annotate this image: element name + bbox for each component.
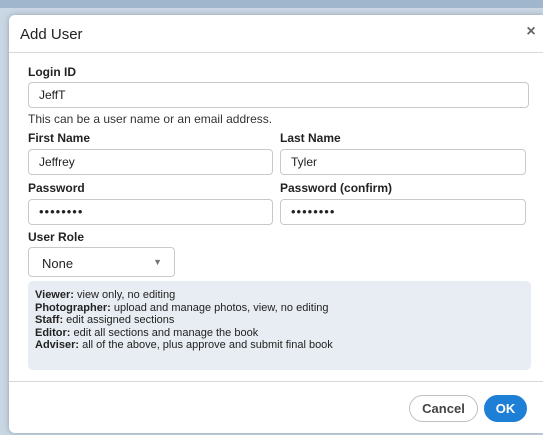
password-confirm-label: Password (confirm) [280, 181, 393, 195]
dialog-header: Add User × [9, 15, 543, 53]
first-name-label: First Name [28, 131, 91, 145]
first-name-field[interactable]: Jeffrey [28, 149, 273, 175]
user-role-selected: None [42, 256, 74, 271]
login-id-help: This can be a user name or an email addr… [28, 112, 273, 126]
password-confirm-field[interactable]: •••••••• [280, 199, 526, 225]
last-name-field[interactable]: Tyler [280, 149, 526, 175]
password-field[interactable]: •••••••• [28, 199, 273, 225]
role-staff: Staff: edit assigned sections [35, 314, 175, 326]
user-role-label: User Role [28, 230, 85, 244]
role-photographer: Photographer: upload and manage photos, … [35, 301, 329, 314]
user-role-select[interactable]: None ▼ [28, 247, 175, 277]
chevron-down-icon: ▼ [153, 257, 162, 267]
role-editor: Editor: edit all sections and manage the… [35, 326, 259, 339]
role-descriptions: Viewer: view only, no editing Photograph… [28, 281, 531, 370]
dialog-title: Add User [20, 26, 83, 43]
role-adviser: Adviser: all of the above, plus approve … [35, 339, 333, 351]
ok-button[interactable]: OK [484, 395, 527, 422]
page-backdrop [0, 0, 543, 8]
role-viewer: Viewer: view only, no editing [35, 289, 176, 301]
login-id-field[interactable]: JeffT [28, 82, 529, 108]
cancel-button[interactable]: Cancel [409, 395, 478, 422]
close-icon[interactable]: × [523, 24, 539, 40]
password-label: Password [28, 181, 85, 195]
last-name-label: Last Name [280, 131, 341, 145]
footer-divider [9, 381, 543, 382]
add-user-dialog: Add User × Login ID JeffT This can be a … [9, 15, 543, 433]
login-id-label: Login ID [28, 65, 76, 79]
